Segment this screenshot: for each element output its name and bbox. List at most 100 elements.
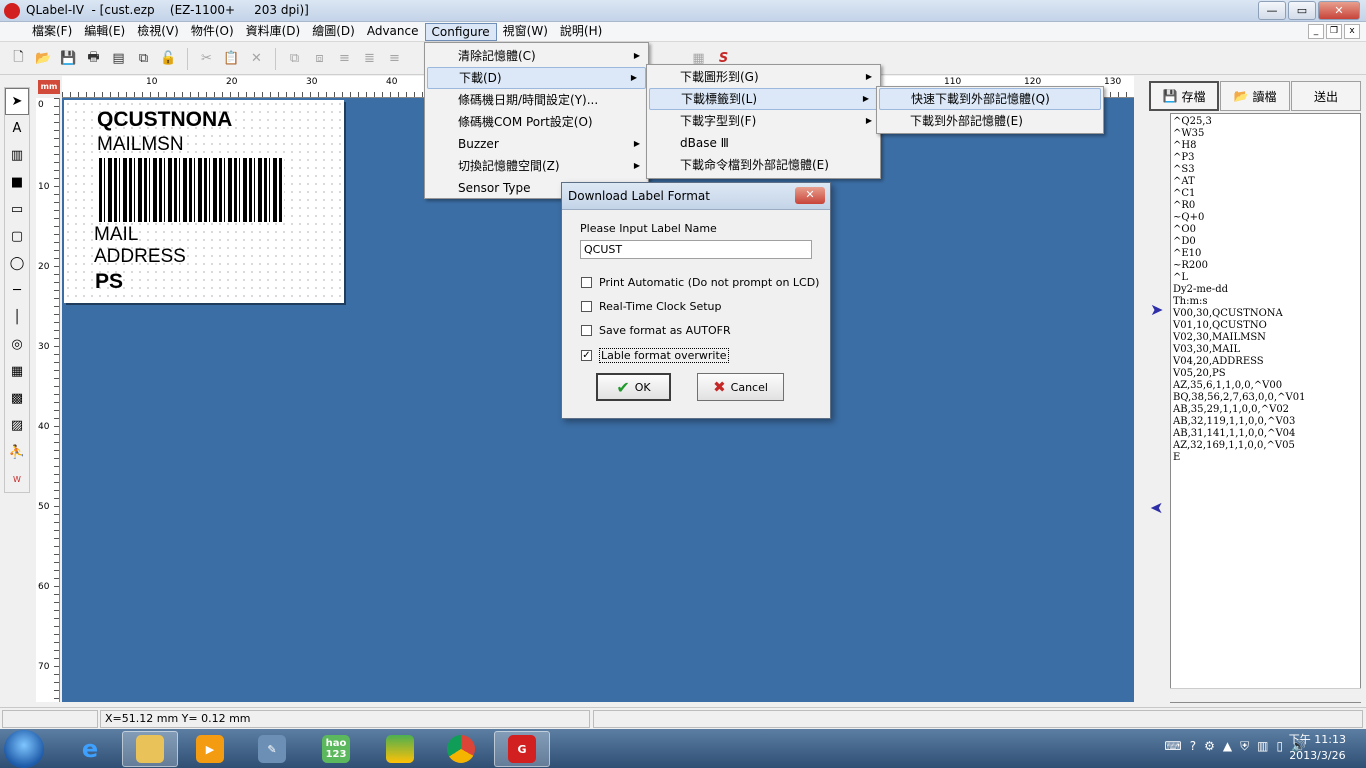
taskbar-explorer[interactable] [122, 731, 178, 767]
menu-edit[interactable]: 編輯(E) [78, 23, 131, 41]
close-button[interactable]: ✕ [1318, 1, 1360, 20]
mdi-minimize-button[interactable]: _ [1308, 24, 1324, 39]
image-tool-icon[interactable]: ⛹ [5, 439, 29, 466]
print-automatic-checkbox[interactable] [581, 277, 592, 288]
menu-configure[interactable]: Configure [424, 22, 497, 41]
label-text-mailmsn[interactable]: MAILMSN [97, 134, 184, 156]
taskbar-bluestacks[interactable] [372, 731, 428, 767]
label-text-mail[interactable]: MAIL [94, 224, 138, 246]
copy-pages-icon[interactable]: ⧉ [133, 48, 154, 69]
paste-icon[interactable]: 📋 [221, 48, 242, 69]
menu-draw[interactable]: 繪圖(D) [306, 23, 361, 41]
maximize-button[interactable]: ▭ [1288, 1, 1316, 20]
label-page[interactable]: QCUSTNONA MAILMSN MAIL ADDRESS PS [64, 100, 344, 303]
minimize-button[interactable]: — [1258, 1, 1286, 20]
menu-item-clear-memory[interactable]: 清除記憶體(C) ▶ [425, 45, 648, 67]
align-right-icon[interactable]: ≡ [384, 48, 405, 69]
option-save-autofr[interactable]: Save format as AUTOFR [581, 324, 731, 337]
label-text-ps[interactable]: PS [95, 270, 123, 294]
option-format-overwrite[interactable]: ✓ Lable format overwrite [581, 348, 729, 363]
send-code-button[interactable]: 送出 [1291, 81, 1361, 111]
filled-rect-tool-icon[interactable]: ■ [5, 169, 29, 196]
ellipse-tool-icon[interactable]: ◯ [5, 250, 29, 277]
qrcode-tool-icon[interactable]: ▩ [5, 385, 29, 412]
menu-item-dbase[interactable]: dBase Ⅲ [647, 132, 880, 154]
ungroup-icon[interactable]: ⧈ [309, 48, 330, 69]
dialog-close-button[interactable]: ✕ [795, 187, 825, 204]
label-text-address[interactable]: ADDRESS [94, 246, 186, 268]
command-code-editor[interactable]: ^Q25,3 ^W35 ^H8 ^P3 ^S3 ^AT ^C1 ^R0 ~Q+0 ^O0 ^D0 ^E… [1170, 113, 1361, 703]
delete-icon[interactable]: ✕ [246, 48, 267, 69]
taskbar-qlabel[interactable]: G [494, 731, 550, 767]
datamatrix-tool-icon[interactable]: ▨ [5, 412, 29, 439]
rounded-rect-tool-icon[interactable]: ▢ [5, 223, 29, 250]
ok-button[interactable]: ✔ OK [596, 373, 671, 401]
text-tool-icon[interactable]: A [5, 115, 29, 142]
menu-view[interactable]: 檢視(V) [131, 23, 185, 41]
label-barcode[interactable] [99, 158, 284, 222]
mdi-restore-button[interactable]: ❐ [1326, 24, 1342, 39]
start-button[interactable] [4, 730, 44, 768]
power-icon[interactable]: ▯ [1276, 739, 1283, 754]
menu-database[interactable]: 資料庫(D) [240, 23, 307, 41]
mdi-close-button[interactable]: x [1344, 24, 1360, 39]
wintext-tool-icon[interactable]: W [5, 466, 29, 493]
menu-item-download[interactable]: 下載(D) ▶ [427, 67, 646, 89]
menu-item-quick-download-external[interactable]: 快速下載到外部記憶體(Q) [879, 88, 1101, 110]
menu-item-download-font[interactable]: 下載字型到(F) ▶ [647, 110, 880, 132]
label-name-input[interactable]: QCUST [580, 240, 812, 259]
keyboard-icon[interactable]: ⌨ [1164, 739, 1181, 754]
menu-item-download-command-file[interactable]: 下載命令檔到外部記憶體(E) [647, 154, 880, 176]
menu-item-download-external[interactable]: 下載到外部記憶體(E) [877, 110, 1103, 132]
menu-object[interactable]: 物件(O) [185, 23, 240, 41]
pdf417-tool-icon[interactable]: ▦ [5, 358, 29, 385]
taskbar-hao123[interactable]: hao 123 [308, 731, 364, 767]
vline-tool-icon[interactable]: │ [5, 304, 29, 331]
cut-icon[interactable]: ✂ [196, 48, 217, 69]
menu-item-printer-com-port[interactable]: 條碼機COM Port設定(O) [425, 111, 648, 133]
network-icon[interactable]: ▥ [1257, 739, 1268, 754]
clock[interactable]: 下午 11:13 2013/3/26 [1289, 732, 1346, 764]
new-file-icon[interactable]: 🗋 [8, 48, 29, 69]
rect-tool-icon[interactable]: ▭ [5, 196, 29, 223]
print-preview-icon[interactable]: ▤ [108, 48, 129, 69]
menu-advance[interactable]: Advance [361, 23, 425, 41]
group-icon[interactable]: ⧉ [284, 48, 305, 69]
real-time-clock-checkbox[interactable] [581, 301, 592, 312]
hline-tool-icon[interactable]: ─ [5, 277, 29, 304]
pointer-tool-icon[interactable]: ➤ [5, 88, 29, 115]
format-overwrite-checkbox[interactable]: ✓ [581, 350, 592, 361]
menu-window[interactable]: 視窗(W) [497, 23, 554, 41]
open-folder-icon[interactable]: 📂 [33, 48, 54, 69]
code-horizontal-scrollbar[interactable] [1170, 688, 1361, 702]
show-hidden-icons-icon[interactable]: ▲ [1223, 739, 1232, 754]
save-autofr-checkbox[interactable] [581, 325, 592, 336]
save-code-button[interactable]: 💾 存檔 [1149, 81, 1219, 111]
align-left-icon[interactable]: ≡ [334, 48, 355, 69]
barcode-tool-icon[interactable]: ▥ [5, 142, 29, 169]
lock-icon[interactable]: 🔓 [158, 48, 179, 69]
menu-file[interactable]: 檔案(F) [26, 23, 78, 41]
menu-help[interactable]: 說明(H) [554, 23, 608, 41]
option-real-time-clock[interactable]: Real-Time Clock Setup [581, 300, 722, 313]
menu-item-printer-datetime[interactable]: 條碼機日期/時間設定(Y)... [425, 89, 648, 111]
help-icon[interactable]: ? [1190, 739, 1196, 754]
shield-icon[interactable]: ⛨ [1240, 739, 1249, 754]
cancel-button[interactable]: ✖ Cancel [697, 373, 784, 401]
save-icon[interactable]: 💾 [58, 48, 79, 69]
menu-item-buzzer[interactable]: Buzzer ▶ [425, 133, 648, 155]
menu-item-download-graphic[interactable]: 下載圖形到(G) ▶ [647, 66, 880, 88]
settings-icon[interactable]: ⚙ [1204, 739, 1215, 754]
menu-item-switch-memory[interactable]: 切換記憶體空間(Z) ▶ [425, 155, 648, 177]
read-code-button[interactable]: 📂 讀檔 [1220, 81, 1290, 111]
taskbar-chrome[interactable] [433, 731, 489, 767]
menu-item-download-label[interactable]: 下載標籤到(L) ▶ [649, 88, 878, 110]
align-center-icon[interactable]: ≣ [359, 48, 380, 69]
option-print-automatic[interactable]: Print Automatic (Do not prompt on LCD) [581, 276, 819, 289]
print-icon[interactable]: 🖶 [83, 48, 104, 69]
taskbar-tool-app[interactable]: ✎ [244, 731, 300, 767]
taskbar-ie[interactable]: e [62, 731, 118, 767]
taskbar-media-player[interactable]: ▶ [182, 731, 238, 767]
maxicode-tool-icon[interactable]: ◎ [5, 331, 29, 358]
label-text-qcustnona[interactable]: QCUSTNONA [97, 108, 232, 132]
